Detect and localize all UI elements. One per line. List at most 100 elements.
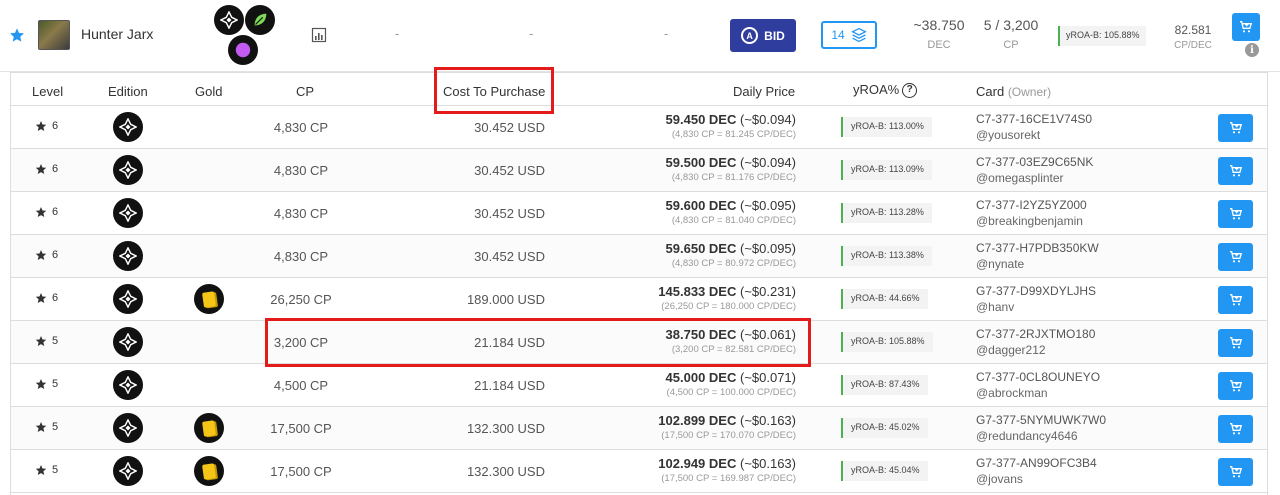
yroa-badge: yROA-B: 105.88% — [841, 332, 933, 352]
rarity-epic-icon — [228, 35, 258, 65]
chaos-edition-icon — [214, 5, 244, 35]
cp-value: 4,830 CP — [273, 120, 329, 135]
cost-value: 30.452 USD — [474, 206, 545, 221]
daily-price-dec: 102.899 DEC — [658, 413, 737, 428]
col-card-label: Card — [976, 84, 1005, 99]
daily-price-cell: 145.833 DEC (~$0.231) (26,250 CP = 180.00… — [601, 284, 796, 312]
cp-per-dec-metric: 82.581 CP/DEC — [1168, 23, 1218, 51]
table-row[interactable]: 6 4,830 CP 30.452 USD 59.450 DEC (~$0.094) (… — [11, 106, 1267, 149]
calculator-icon[interactable] — [311, 27, 327, 43]
table-row[interactable]: 5 17,500 CP 132.300 USD 102.899 DEC (~$0.16… — [11, 407, 1267, 450]
table-row[interactable]: 6 4,830 CP 30.452 USD 59.650 DEC (~$0.095) (… — [11, 235, 1267, 278]
buy-cart-button[interactable] — [1218, 200, 1253, 228]
cart-icon — [1229, 380, 1242, 392]
card-id: C7-377-16CE1V74S0 — [976, 112, 1093, 126]
level-cell: 5 — [35, 421, 58, 433]
table-row[interactable]: 6 26,250 CP 189.000 USD 145.833 DEC (~$0.23… — [11, 278, 1267, 321]
table-row[interactable]: 5 17,500 CP 132.300 USD 102.949 DEC (~$0.16… — [11, 450, 1267, 493]
buy-cart-button[interactable] — [1218, 329, 1253, 357]
daily-price-cell: 59.650 DEC (~$0.095) (4,830 CP = 80.972 C… — [601, 241, 796, 269]
col-card[interactable]: Card (Owner) — [976, 84, 1051, 99]
buy-cart-button[interactable] — [1218, 458, 1253, 486]
chaos-edition-icon — [113, 284, 143, 314]
level-star-icon — [35, 164, 47, 174]
owner-name[interactable]: @redundancy4646 — [976, 429, 1106, 443]
cp-unit: CP — [1003, 39, 1019, 51]
cart-icon — [1229, 337, 1242, 349]
bid-badge: A — [741, 27, 759, 44]
cp-per-dec-unit: CP/DEC — [1174, 40, 1212, 51]
buy-cart-button[interactable] — [1218, 286, 1253, 314]
cp-per-dec-note: (4,830 CP = 81.040 CP/DEC) — [671, 215, 796, 226]
cp-progress-value: 5 / 3,200 — [983, 17, 1039, 33]
buy-cart-button[interactable] — [1218, 372, 1253, 400]
buy-cart-button[interactable] — [1218, 114, 1253, 142]
cost-value: 132.300 USD — [466, 464, 545, 479]
card-id: G7-377-5NYMUWK7W0 — [976, 413, 1107, 427]
level-value: 6 — [52, 206, 59, 218]
col-gold[interactable]: Gold — [195, 84, 222, 99]
level-value: 6 — [52, 249, 59, 261]
card-owner-cell: G7-377-AN99OFC3B4 @jovans — [976, 456, 1097, 486]
owner-name[interactable]: @omegasplinter — [976, 171, 1093, 185]
cart-icon — [1229, 165, 1242, 177]
earth-element-icon — [245, 5, 275, 35]
cp-value: 4,500 CP — [273, 378, 329, 393]
table-row[interactable]: 5 4,500 CP 21.184 USD 45.000 DEC (~$0.071) (… — [11, 364, 1267, 407]
daily-price-usd: (~$0.095) — [739, 241, 796, 256]
daily-price-dec: 59.600 DEC — [665, 198, 737, 213]
level-value: 6 — [52, 292, 59, 304]
table-row[interactable]: 5 3,200 CP 21.184 USD 38.750 DEC (~$0.061) (… — [11, 321, 1267, 364]
col-owner-label: (Owner) — [1007, 85, 1052, 99]
level-cell: 6 — [35, 206, 58, 218]
level-cell: 6 — [35, 163, 58, 175]
chaos-edition-icon — [113, 456, 143, 486]
owner-name[interactable]: @abrockman — [976, 386, 1100, 400]
buy-cart-button[interactable] — [1218, 157, 1253, 185]
buy-cart-button[interactable] — [1232, 13, 1260, 41]
card-owner-cell: C7-377-03EZ9C65NK @omegasplinter — [976, 155, 1093, 185]
table-row[interactable]: 6 4,830 CP 30.452 USD 59.600 DEC (~$0.095) (… — [11, 192, 1267, 235]
stack-count-button[interactable]: 14 — [821, 21, 877, 49]
buy-cart-button[interactable] — [1218, 415, 1253, 443]
col-cost-to-purchase[interactable]: Cost To Purchase — [443, 84, 545, 99]
daily-price-dec: 38.750 DEC — [665, 327, 737, 342]
owner-name[interactable]: @jovans — [976, 472, 1097, 486]
cp-per-dec-note: (17,500 CP = 169.987 CP/DEC) — [661, 473, 796, 484]
col-cp[interactable]: CP — [296, 84, 314, 99]
favorite-star-icon[interactable] — [9, 27, 25, 43]
card-id: G7-377-AN99OFC3B4 — [976, 456, 1097, 470]
empty-value-dash: - — [529, 26, 534, 41]
col-edition[interactable]: Edition — [108, 84, 148, 99]
level-star-icon — [35, 250, 47, 260]
owner-name[interactable]: @breakingbenjamin — [976, 214, 1087, 228]
table-row[interactable]: 6 4,830 CP 30.452 USD 59.500 DEC (~$0.094) (… — [11, 149, 1267, 192]
owner-name[interactable]: @dagger212 — [976, 343, 1095, 357]
owner-name[interactable]: @hanv — [976, 300, 1096, 314]
cart-icon — [1229, 423, 1242, 435]
col-level[interactable]: Level — [32, 84, 63, 99]
owner-name[interactable]: @nynate — [976, 257, 1099, 271]
level-cell: 6 — [35, 120, 58, 132]
empty-value-dash: - — [664, 26, 669, 41]
yroa-badge: yROA-B: 113.00% — [841, 117, 932, 137]
col-yroa[interactable]: yROA%? — [853, 82, 918, 99]
yroa-badge: yROA-B: 44.66% — [841, 289, 928, 309]
yroa-badge: yROA-B: 113.38% — [841, 246, 932, 266]
owner-name[interactable]: @yousorekt — [976, 128, 1092, 142]
chaos-edition-icon — [113, 155, 143, 185]
help-icon[interactable]: ? — [902, 83, 918, 99]
cp-per-dec-note: (4,830 CP = 81.176 CP/DEC) — [671, 172, 796, 183]
cp-value: 3,200 CP — [273, 335, 329, 350]
yroa-badge: yROA-B: 105.88% — [1058, 26, 1146, 46]
info-icon[interactable]: i — [1245, 43, 1259, 57]
bid-button[interactable]: A BID — [730, 19, 796, 52]
daily-price-dec: 145.833 DEC — [658, 284, 737, 299]
level-value: 5 — [52, 421, 59, 433]
gold-foil-icon — [194, 413, 224, 443]
cart-icon — [1240, 21, 1253, 33]
cost-value: 189.000 USD — [466, 292, 545, 307]
buy-cart-button[interactable] — [1218, 243, 1253, 271]
card-owner-cell: C7-377-16CE1V74S0 @yousorekt — [976, 112, 1092, 142]
col-daily-price[interactable]: Daily Price — [733, 84, 795, 99]
